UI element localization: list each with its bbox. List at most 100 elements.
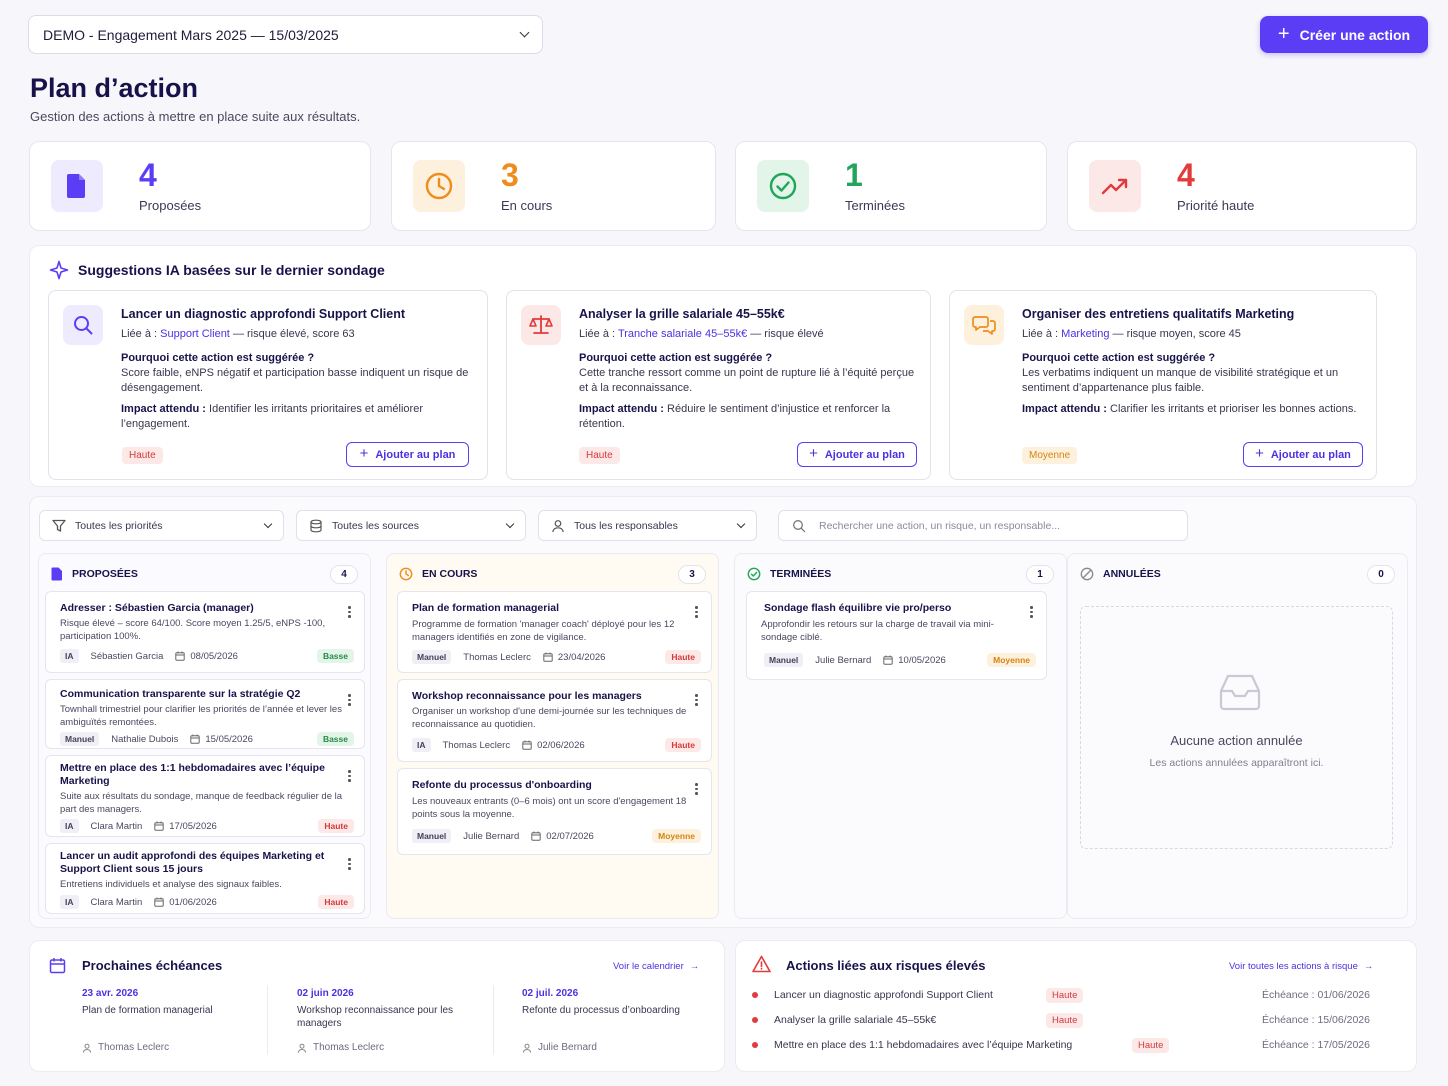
action-desc: Entretiens individuels et analyse des si… bbox=[60, 879, 282, 890]
action-card[interactable]: Mettre en place des 1:1 hebdomadaires av… bbox=[45, 755, 365, 837]
due-date: 01/06/2026 bbox=[154, 897, 318, 908]
action-meta: Manuel Nathalie Dubois 15/05/2026 Basse bbox=[60, 732, 354, 746]
due-date-text: 02/06/2026 bbox=[537, 739, 585, 751]
owner-name: Thomas Leclerc bbox=[463, 651, 531, 663]
source-badge: IA bbox=[412, 738, 431, 752]
action-title: Workshop reconnaissance pour les manager… bbox=[412, 690, 642, 702]
deadlines-panel: Prochaines échéances Voir le calendrier →… bbox=[29, 940, 725, 1072]
due-date: 02/07/2026 bbox=[531, 831, 652, 842]
calendar-icon bbox=[543, 652, 553, 662]
action-title: Adresser : Sébastien Garcia (manager) bbox=[60, 602, 254, 614]
priority-badge: Haute bbox=[1132, 1037, 1170, 1053]
due-date-text: 23/04/2026 bbox=[557, 651, 606, 663]
user-icon bbox=[297, 1043, 307, 1053]
risk-row[interactable]: Analyser la grille salariale 45–55k€ Hau… bbox=[752, 1012, 1396, 1028]
user-icon bbox=[522, 1043, 532, 1053]
column-count: 0 bbox=[1367, 564, 1395, 584]
linked-link[interactable]: Support Client bbox=[160, 328, 230, 340]
more-menu-icon[interactable] bbox=[348, 858, 352, 870]
add-to-plan-button[interactable]: + Ajouter au plan bbox=[346, 442, 469, 467]
action-card[interactable]: Adresser : Sébastien Garcia (manager) Ri… bbox=[45, 591, 365, 673]
action-title: Communication transparente sur la straté… bbox=[60, 688, 301, 700]
action-meta: IA Clara Martin 17/05/2026 Haute bbox=[60, 819, 354, 833]
impact: Impact attendu : Clarifier les irritants… bbox=[1022, 402, 1362, 417]
owner-filter[interactable]: Tous les responsables bbox=[538, 510, 757, 541]
action-desc: Les nouveaux entrants (0–6 mois) ont un … bbox=[412, 796, 687, 820]
risk-action-title: Mettre en place des 1:1 hebdomadaires av… bbox=[774, 1039, 1073, 1051]
action-meta: IA Sébastien Garcia 08/05/2026 Basse bbox=[60, 649, 354, 663]
action-card[interactable]: Plan de formation managerial Programme d… bbox=[397, 591, 712, 673]
linked-link[interactable]: Marketing bbox=[1061, 328, 1109, 340]
priority-filter-value: Toutes les priorités bbox=[75, 519, 163, 532]
column-count: 4 bbox=[330, 564, 358, 584]
due-date: 15/05/2026 bbox=[190, 734, 317, 745]
deadline-item[interactable]: 02 juin 2026 Workshop reconnaissance pou… bbox=[297, 988, 467, 1053]
stat-card-high-priority: 4 Priorité haute bbox=[1067, 141, 1417, 231]
add-to-plan-label: Ajouter au plan bbox=[375, 448, 456, 461]
more-menu-icon[interactable] bbox=[695, 783, 699, 795]
empty-state-subtitle: Les actions annulées apparaîtront ici. bbox=[1149, 757, 1324, 769]
why-text: Les verbatims indiquent un manque de vis… bbox=[1022, 367, 1339, 394]
action-card[interactable]: Refonte du processus d'onboarding Les no… bbox=[397, 768, 712, 855]
more-menu-icon[interactable] bbox=[348, 606, 352, 618]
chevron-down-icon bbox=[519, 27, 530, 38]
source-filter[interactable]: Toutes les sources bbox=[296, 510, 526, 541]
impact-label: Impact attendu : bbox=[1022, 403, 1107, 415]
priority-badge: Haute bbox=[318, 895, 354, 909]
stat-value: 4 bbox=[139, 157, 157, 193]
risk-action-title: Analyser la grille salariale 45–55k€ bbox=[774, 1014, 937, 1026]
column-title: ANNULÉES bbox=[1103, 568, 1161, 580]
action-title: Sondage flash équilibre vie pro/perso bbox=[764, 602, 952, 614]
priority-filter[interactable]: Toutes les priorités bbox=[39, 510, 284, 541]
priority-badge: Haute bbox=[665, 650, 701, 664]
suggestion-title: Analyser la grille salariale 45–55k€ bbox=[579, 307, 785, 321]
deadline-item[interactable]: 02 juil. 2026 Refonte du processus d’onb… bbox=[522, 988, 692, 1053]
suggestion-card: Organiser des entretiens qualitatifs Mar… bbox=[949, 290, 1377, 480]
search-input[interactable]: Rechercher une action, un risque, un res… bbox=[778, 510, 1188, 541]
action-card[interactable]: Workshop reconnaissance pour les manager… bbox=[397, 679, 712, 762]
deadline-owner-name: Thomas Leclerc bbox=[98, 1042, 170, 1053]
source-badge: Manuel bbox=[412, 650, 452, 664]
chevron-down-icon bbox=[736, 519, 746, 528]
risk-row[interactable]: Lancer un diagnostic approfondi Support … bbox=[752, 987, 1396, 1003]
view-calendar-link[interactable]: Voir le calendrier → bbox=[613, 961, 699, 972]
priority-badge: Haute bbox=[665, 738, 701, 752]
column-done: TERMINÉES 1 Sondage flash équilibre vie … bbox=[734, 553, 1067, 919]
action-card[interactable]: Sondage flash équilibre vie pro/perso Ap… bbox=[746, 591, 1047, 680]
create-action-label: Créer une action bbox=[1299, 26, 1411, 43]
why-label: Pourquoi cette action est suggérée ? bbox=[121, 352, 315, 364]
more-menu-icon[interactable] bbox=[348, 770, 352, 782]
linked-suffix: — risque élevé bbox=[750, 328, 824, 340]
column-count: 1 bbox=[1026, 564, 1054, 584]
view-risk-actions-link[interactable]: Voir toutes les actions à risque → bbox=[1229, 961, 1373, 972]
action-meta: Manuel Thomas Leclerc 23/04/2026 Haute bbox=[412, 650, 701, 664]
action-card[interactable]: Lancer un audit approfondi des équipes M… bbox=[45, 843, 365, 914]
action-card[interactable]: Communication transparente sur la straté… bbox=[45, 679, 365, 749]
clock-icon bbox=[413, 160, 465, 212]
plus-icon: + bbox=[359, 445, 369, 462]
more-menu-icon[interactable] bbox=[695, 606, 699, 618]
risk-dot bbox=[752, 1042, 758, 1048]
add-to-plan-button[interactable]: + Ajouter au plan bbox=[797, 442, 917, 467]
create-action-button[interactable]: + Créer une action bbox=[1260, 16, 1428, 53]
priority-badge: Moyenne bbox=[652, 829, 701, 843]
search-icon bbox=[793, 519, 806, 532]
action-title: Lancer un audit approfondi des équipes M… bbox=[60, 850, 325, 875]
more-menu-icon[interactable] bbox=[1030, 606, 1034, 618]
more-menu-icon[interactable] bbox=[348, 694, 352, 706]
column-cancelled: ANNULÉES 0 Aucune action annulée Les act… bbox=[1067, 553, 1408, 919]
add-to-plan-button[interactable]: + Ajouter au plan bbox=[1243, 442, 1363, 467]
column-in-progress: EN COURS 3 Plan de formation managerial … bbox=[386, 553, 719, 919]
linked-link[interactable]: Tranche salariale 45–55k€ bbox=[618, 328, 747, 340]
deadline-item[interactable]: 23 avr. 2026 Plan de formation manageria… bbox=[82, 988, 282, 1053]
action-title: Plan de formation managerial bbox=[412, 602, 560, 614]
more-menu-icon[interactable] bbox=[695, 694, 699, 706]
calendar-icon bbox=[154, 897, 164, 907]
survey-select[interactable]: DEMO - Engagement Mars 2025 — 15/03/2025 bbox=[28, 15, 543, 54]
survey-select-value: DEMO - Engagement Mars 2025 — 15/03/2025 bbox=[43, 26, 339, 43]
ai-suggestions-title: Suggestions IA basées sur le dernier son… bbox=[49, 260, 385, 280]
deadline-owner: Thomas Leclerc bbox=[297, 1042, 467, 1053]
due-date: 17/05/2026 bbox=[154, 821, 318, 832]
due-date: 23/04/2026 bbox=[543, 652, 666, 663]
risk-row[interactable]: Mettre en place des 1:1 hebdomadaires av… bbox=[752, 1037, 1396, 1053]
